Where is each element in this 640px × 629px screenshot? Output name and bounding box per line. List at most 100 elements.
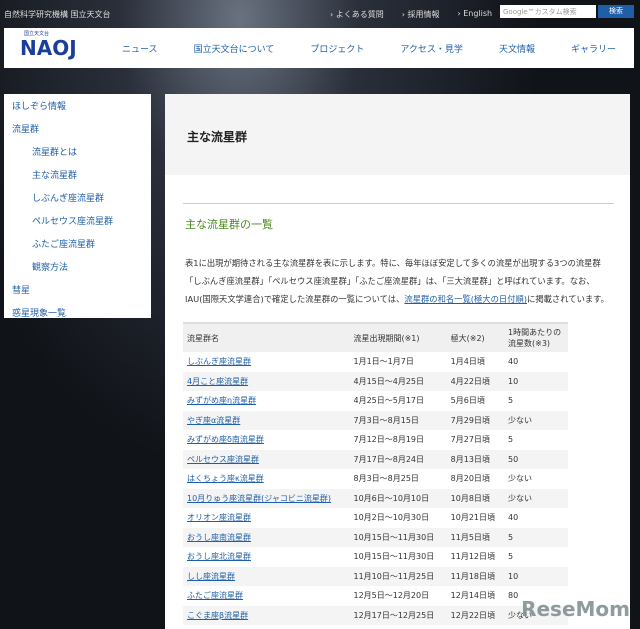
sidebar: ほしぞら情報 流星群 流星群とは 主な流星群 しぶんぎ座流星群 ペルセウス座流星群 ふたご座…: [4, 94, 151, 319]
table-cell: 11月18日頃: [446, 566, 504, 587]
table-cell: 10: [504, 371, 568, 392]
table-cell: 4月25日～5月17日: [349, 391, 447, 411]
sidebar-item[interactable]: ほしぞら情報: [4, 98, 151, 121]
table-cell: 11月10日～11月25日: [349, 566, 447, 587]
naoj-logo[interactable]: 国立天文台 NAOJ: [4, 32, 104, 59]
table-cell: 少ない: [504, 469, 568, 489]
sidebar-item[interactable]: ふたご座流星群: [4, 236, 151, 259]
table-cell: 4月こと座流星群: [183, 371, 350, 392]
main-nav: ニュース 国立天文台について プロジェクト アクセス・見学 天文情報 ギャラリー: [104, 42, 634, 55]
table-cell: 少ない: [504, 410, 568, 431]
table-cell: はくちょう座κ流星群: [183, 469, 350, 489]
column-header: 流星出現期間(※1): [349, 322, 447, 352]
sidebar-item[interactable]: 流星群: [4, 121, 151, 144]
table-cell: おうし座北流星群: [183, 547, 350, 567]
table-cell: 7月17日～8月24日: [349, 449, 447, 470]
watermark: ReseMom: [521, 597, 630, 621]
table-row: はくちょう座κ流星群 8月3日～8月25日 8月20日頃 少ない: [183, 469, 568, 489]
para-text-end: に掲載されています。: [527, 294, 609, 304]
table-cell: オリオン座流星群: [183, 508, 350, 528]
meteor-list-link[interactable]: 流星群の和名一覧(極大の日付順): [404, 294, 527, 304]
table-cell: 40: [504, 508, 568, 528]
table-cell: 5: [504, 527, 568, 548]
table-cell: 40: [504, 352, 568, 372]
table-row: こぐま座β流星群 12月17日～12月25日 12月22日頃 少ない: [183, 605, 568, 626]
intro-paragraph: 表1に出現が期待される主な流星群を表に示します。特に、毎年ほぼ安定して多くの流星…: [185, 254, 616, 308]
nav-item[interactable]: 天文情報: [499, 42, 535, 55]
table-cell: 12月14日頃: [446, 586, 504, 606]
table-row: しぶんぎ座流星群 1月1日～1月7日 1月4日頃 40: [183, 352, 568, 372]
column-header: 極大(※2): [446, 322, 504, 352]
search-input[interactable]: Google™カスタム検索: [500, 5, 596, 18]
sidebar-item[interactable]: 観察方法: [4, 259, 151, 282]
shower-link[interactable]: しぶんぎ座流星群: [187, 357, 251, 366]
table-cell: ふたご座流星群: [183, 586, 350, 606]
divider: [183, 203, 614, 204]
nav-item[interactable]: ニュース: [122, 42, 158, 55]
shower-link[interactable]: 10月りゅう座流星群(ジャコビニ流星群): [187, 494, 331, 503]
table-cell: 10月2日～10月30日: [349, 508, 447, 528]
table-row: おうし座南流星群 10月15日～11月30日 11月5日頃 5: [183, 527, 568, 548]
sidebar-item[interactable]: 主な流星群: [4, 167, 151, 190]
shower-link[interactable]: こぐま座β流星群: [187, 611, 248, 620]
table-row: ふたご座流星群 12月5日～12月20日 12月14日頃 80: [183, 586, 568, 606]
table-cell: 4月22日頃: [446, 371, 504, 392]
shower-link[interactable]: ふたご座流星群: [187, 591, 243, 600]
table-cell: 8月20日頃: [446, 469, 504, 489]
table-cell: 10月15日～11月30日: [349, 547, 447, 567]
table-cell: 12月5日～12月20日: [349, 586, 447, 606]
table-cell: 4月15日～4月25日: [349, 371, 447, 392]
table-cell: 10月6日～10月10日: [349, 488, 447, 509]
table-cell: 7月27日頃: [446, 430, 504, 450]
table-cell: みずがめ座η流星群: [183, 391, 350, 411]
table-row: みずがめ座δ南流星群 7月12日～8月19日 7月27日頃 5: [183, 430, 568, 450]
table-cell: 10月りゅう座流星群(ジャコビニ流星群): [183, 488, 350, 509]
shower-link[interactable]: はくちょう座κ流星群: [187, 474, 264, 483]
sidebar-item[interactable]: 流星群とは: [4, 144, 151, 167]
english-link[interactable]: › English: [458, 9, 493, 20]
shower-link[interactable]: みずがめ座δ南流星群: [187, 435, 264, 444]
section-heading: 主な流星群の一覧: [185, 218, 273, 231]
shower-link[interactable]: オリオン座流星群: [187, 513, 251, 522]
table-cell: 5: [504, 547, 568, 567]
table-row: オリオン座流星群 10月2日～10月30日 10月21日頃 40: [183, 508, 568, 528]
table-row: みずがめ座η流星群 4月25日～5月17日 5月6日頃 5: [183, 391, 568, 411]
sidebar-item[interactable]: 彗星: [4, 282, 151, 305]
table-cell: 12月17日～12月25日: [349, 605, 447, 626]
recruit-link[interactable]: › 採用情報: [402, 9, 440, 20]
table-cell: 1月1日～1月7日: [349, 352, 447, 372]
column-header: 流星群名: [183, 322, 350, 352]
sidebar-item[interactable]: しぶんぎ座流星群: [4, 190, 151, 213]
table-row: ペルセウス座流星群 7月17日～8月24日 8月13日頃 50: [183, 449, 568, 470]
top-bar: 自然科学研究機構 国立天文台 › よくある質問 › 採用情報 › English…: [0, 0, 640, 28]
table-cell: 11月5日頃: [446, 527, 504, 548]
header: 国立天文台 NAOJ ニュース 国立天文台について プロジェクト アクセス・見学 天文情報…: [4, 28, 634, 68]
nav-item[interactable]: ギャラリー: [571, 42, 616, 55]
nav-item[interactable]: アクセス・見学: [400, 42, 463, 55]
shower-link[interactable]: ペルセウス座流星群: [187, 455, 259, 464]
shower-link[interactable]: しし座流星群: [187, 572, 235, 581]
shower-link[interactable]: 4月こと座流星群: [187, 377, 248, 386]
meteor-shower-table: 流星群名 流星出現期間(※1) 極大(※2) 1時間あたりの流星数(※3) しぶんぎ座…: [183, 322, 568, 626]
table-row: やぎ座α流星群 7月3日～8月15日 7月29日頃 少ない: [183, 410, 568, 431]
page-title: 主な流星群: [165, 94, 630, 175]
org-name: 自然科学研究機構 国立天文台: [4, 10, 111, 19]
logo-sub: 国立天文台: [24, 31, 50, 37]
table-row: 10月りゅう座流星群(ジャコビニ流星群) 10月6日～10月10日 10月8日頃 少な…: [183, 488, 568, 509]
sidebar-item[interactable]: 惑星現象一覧: [4, 305, 151, 328]
sidebar-item[interactable]: ペルセウス座流星群: [4, 213, 151, 236]
nav-item[interactable]: 国立天文台について: [194, 42, 275, 55]
faq-link[interactable]: › よくある質問: [330, 9, 384, 20]
table-cell: 5月6日頃: [446, 391, 504, 411]
shower-link[interactable]: やぎ座α流星群: [187, 416, 240, 425]
shower-link[interactable]: みずがめ座η流星群: [187, 396, 256, 405]
search-button[interactable]: 検索: [598, 5, 634, 18]
shower-link[interactable]: おうし座北流星群: [187, 552, 251, 561]
table-cell: 50: [504, 449, 568, 470]
table-cell: しし座流星群: [183, 566, 350, 587]
table-cell: 5: [504, 430, 568, 450]
table-cell: 5: [504, 391, 568, 411]
table-cell: 1月4日頃: [446, 352, 504, 372]
shower-link[interactable]: おうし座南流星群: [187, 533, 251, 542]
nav-item[interactable]: プロジェクト: [310, 42, 364, 55]
